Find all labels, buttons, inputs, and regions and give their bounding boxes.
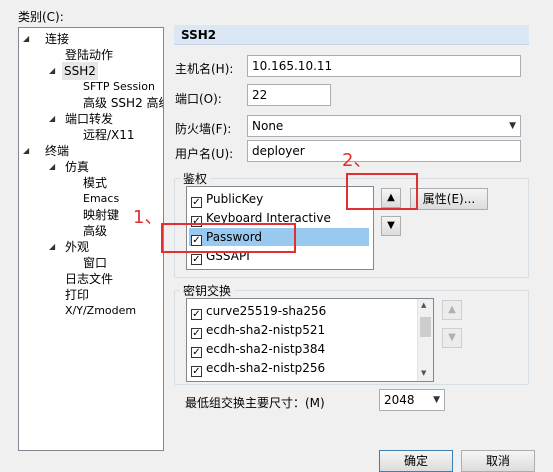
min-group-value: 2048 — [384, 393, 415, 407]
chevron-down-icon: ▼ — [433, 395, 440, 405]
annotation-label-two: 2、 — [342, 150, 372, 171]
properties-button[interactable]: 属性(E)... — [410, 188, 488, 210]
arrow-up-icon: ▲ — [448, 304, 456, 315]
collapse-icon[interactable]: ◢ — [23, 30, 29, 48]
username-input[interactable]: deployer — [247, 140, 521, 162]
scrollbar-thumb[interactable] — [420, 317, 431, 337]
annotation-box-up-button — [346, 173, 418, 210]
port-input[interactable]: 22 — [247, 84, 331, 106]
collapse-icon[interactable]: ◢ — [49, 62, 55, 80]
category-tree[interactable]: ◢ 连接 登陆动作 ◢ SSH2 SFTP Session 高级 SSH2 高级… — [18, 27, 164, 451]
checkbox-checked-icon[interactable]: ✓ — [191, 309, 202, 320]
checkbox-checked-icon[interactable]: ✓ — [191, 328, 202, 339]
tree-item-remote-x11[interactable]: 远程/X11 — [83, 126, 135, 144]
checkbox-checked-icon[interactable]: ✓ — [191, 254, 202, 265]
list-item[interactable]: ✓ ecdh-sha2-nistp521 — [189, 321, 369, 339]
collapse-icon[interactable]: ◢ — [49, 238, 55, 256]
checkbox-checked-icon[interactable]: ✓ — [191, 197, 202, 208]
panel-header: SSH2 — [174, 25, 529, 45]
kex-scrollbar[interactable]: ▲ ▼ — [417, 299, 433, 381]
scroll-down-icon[interactable]: ▼ — [421, 369, 426, 377]
kex-group-title: 密钥交换 — [180, 282, 235, 299]
annotation-label-one: 1、 — [133, 207, 163, 228]
collapse-icon[interactable]: ◢ — [49, 110, 55, 128]
annotation-box-password — [161, 223, 296, 253]
arrow-down-icon: ▼ — [448, 332, 456, 343]
min-group-select[interactable]: 2048 ▼ — [379, 389, 445, 411]
list-item[interactable]: ✓ ecdh-sha2-nistp384 — [189, 340, 369, 358]
category-label: 类别(C): — [18, 10, 64, 24]
collapse-icon[interactable]: ◢ — [49, 158, 55, 176]
firewall-select[interactable]: None ▼ — [247, 115, 521, 137]
arrow-down-icon: ▼ — [387, 220, 395, 231]
checkbox-checked-icon[interactable]: ✓ — [191, 347, 202, 358]
kex-move-up-button[interactable]: ▲ — [442, 300, 462, 320]
firewall-value: None — [252, 119, 284, 133]
tree-item-xyzmodem[interactable]: X/Y/Zmodem — [65, 302, 136, 320]
kex-list[interactable]: ✓ curve25519-sha256 ✓ ecdh-sha2-nistp521 ✓… — [186, 298, 434, 382]
firewall-label: 防火墙(F): — [175, 122, 232, 136]
kex-move-down-button[interactable]: ▼ — [442, 328, 462, 348]
list-item[interactable]: ✓ ecdh-sha2-nistp256 — [189, 359, 369, 377]
port-label: 端口(O): — [175, 92, 222, 106]
chevron-down-icon: ▼ — [509, 121, 516, 131]
auth-group-title: 鉴权 — [180, 170, 211, 187]
username-label: 用户名(U): — [175, 147, 234, 161]
collapse-icon[interactable]: ◢ — [23, 142, 29, 160]
ok-button[interactable]: 确定 — [379, 450, 453, 472]
panel-title: SSH2 — [181, 28, 217, 42]
list-item[interactable]: ✓ curve25519-sha256 — [189, 302, 369, 320]
hostname-label: 主机名(H): — [175, 62, 234, 76]
list-item[interactable]: ✓ PublicKey — [189, 190, 369, 208]
scroll-up-icon[interactable]: ▲ — [421, 301, 426, 309]
min-group-label: 最低组交换主要尺寸：(M) — [185, 396, 325, 410]
hostname-input[interactable]: 10.165.10.11 — [247, 55, 521, 77]
move-down-button[interactable]: ▼ — [381, 216, 401, 236]
checkbox-checked-icon[interactable]: ✓ — [191, 366, 202, 377]
cancel-button[interactable]: 取消 — [461, 450, 535, 472]
